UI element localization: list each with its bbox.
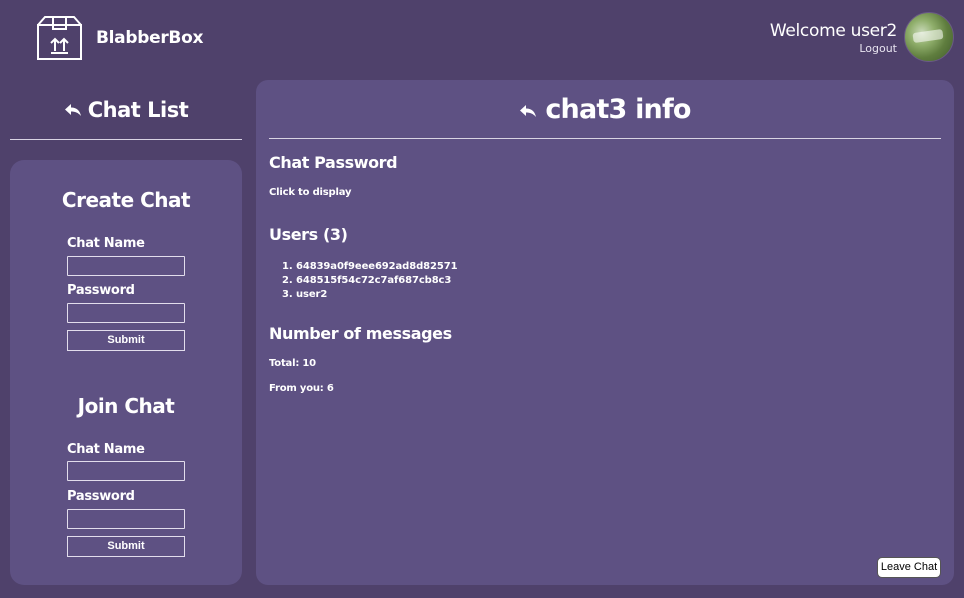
welcome-text: Welcome user2 bbox=[769, 21, 897, 41]
users-heading: Users (3) bbox=[269, 225, 348, 244]
messages-from-you: From you: 6 bbox=[269, 383, 334, 394]
create-password-label: Password bbox=[67, 283, 135, 298]
chat-list-label: Chat List bbox=[87, 98, 189, 122]
create-submit-button[interactable]: Submit bbox=[67, 330, 185, 351]
divider bbox=[10, 139, 242, 140]
list-item: user2 bbox=[296, 288, 457, 302]
create-chat-title: Create Chat bbox=[61, 188, 191, 212]
chat-password-heading: Chat Password bbox=[269, 153, 398, 172]
brand-name: BlabberBox bbox=[96, 28, 204, 48]
join-chat-name-input[interactable] bbox=[67, 461, 185, 481]
list-item: 64839a0f9eee692ad8d82571 bbox=[296, 260, 458, 274]
reply-arrow-icon[interactable] bbox=[64, 98, 82, 122]
chat-info-heading: chat3 info bbox=[256, 94, 954, 125]
package-box-icon[interactable] bbox=[36, 15, 84, 63]
list-item: 648515f54c72c7af687cb8c3 bbox=[296, 274, 457, 288]
chat-info-title: chat3 info bbox=[545, 94, 691, 125]
reply-arrow-icon[interactable] bbox=[519, 99, 537, 123]
join-password-input[interactable] bbox=[67, 509, 185, 529]
messages-total: Total: 10 bbox=[269, 358, 316, 369]
leave-chat-button[interactable]: Leave Chat bbox=[877, 557, 941, 578]
chat-list-heading[interactable]: Chat List bbox=[10, 98, 242, 122]
page: BlabberBox Welcome user2 Logout Chat Lis… bbox=[0, 0, 964, 598]
chat-forms-panel: Create Chat Chat Name Password Submit Jo… bbox=[10, 160, 242, 585]
messages-heading: Number of messages bbox=[269, 324, 452, 343]
logout-link[interactable]: Logout bbox=[859, 42, 897, 55]
create-chat-name-label: Chat Name bbox=[67, 236, 145, 251]
users-list: 64839a0f9eee692ad8d82571 648515f54c72c7a… bbox=[284, 260, 458, 302]
chat-info-panel: chat3 info Chat Password Click to displa… bbox=[256, 80, 954, 585]
password-reveal-link[interactable]: Click to display bbox=[269, 187, 351, 198]
divider bbox=[269, 138, 941, 139]
create-password-input[interactable] bbox=[67, 303, 185, 323]
join-submit-button[interactable]: Submit bbox=[67, 536, 185, 557]
join-chat-title: Join Chat bbox=[77, 394, 175, 418]
create-chat-name-input[interactable] bbox=[67, 256, 185, 276]
join-password-label: Password bbox=[67, 489, 135, 504]
user-avatar[interactable] bbox=[904, 12, 954, 62]
join-chat-name-label: Chat Name bbox=[67, 442, 145, 457]
